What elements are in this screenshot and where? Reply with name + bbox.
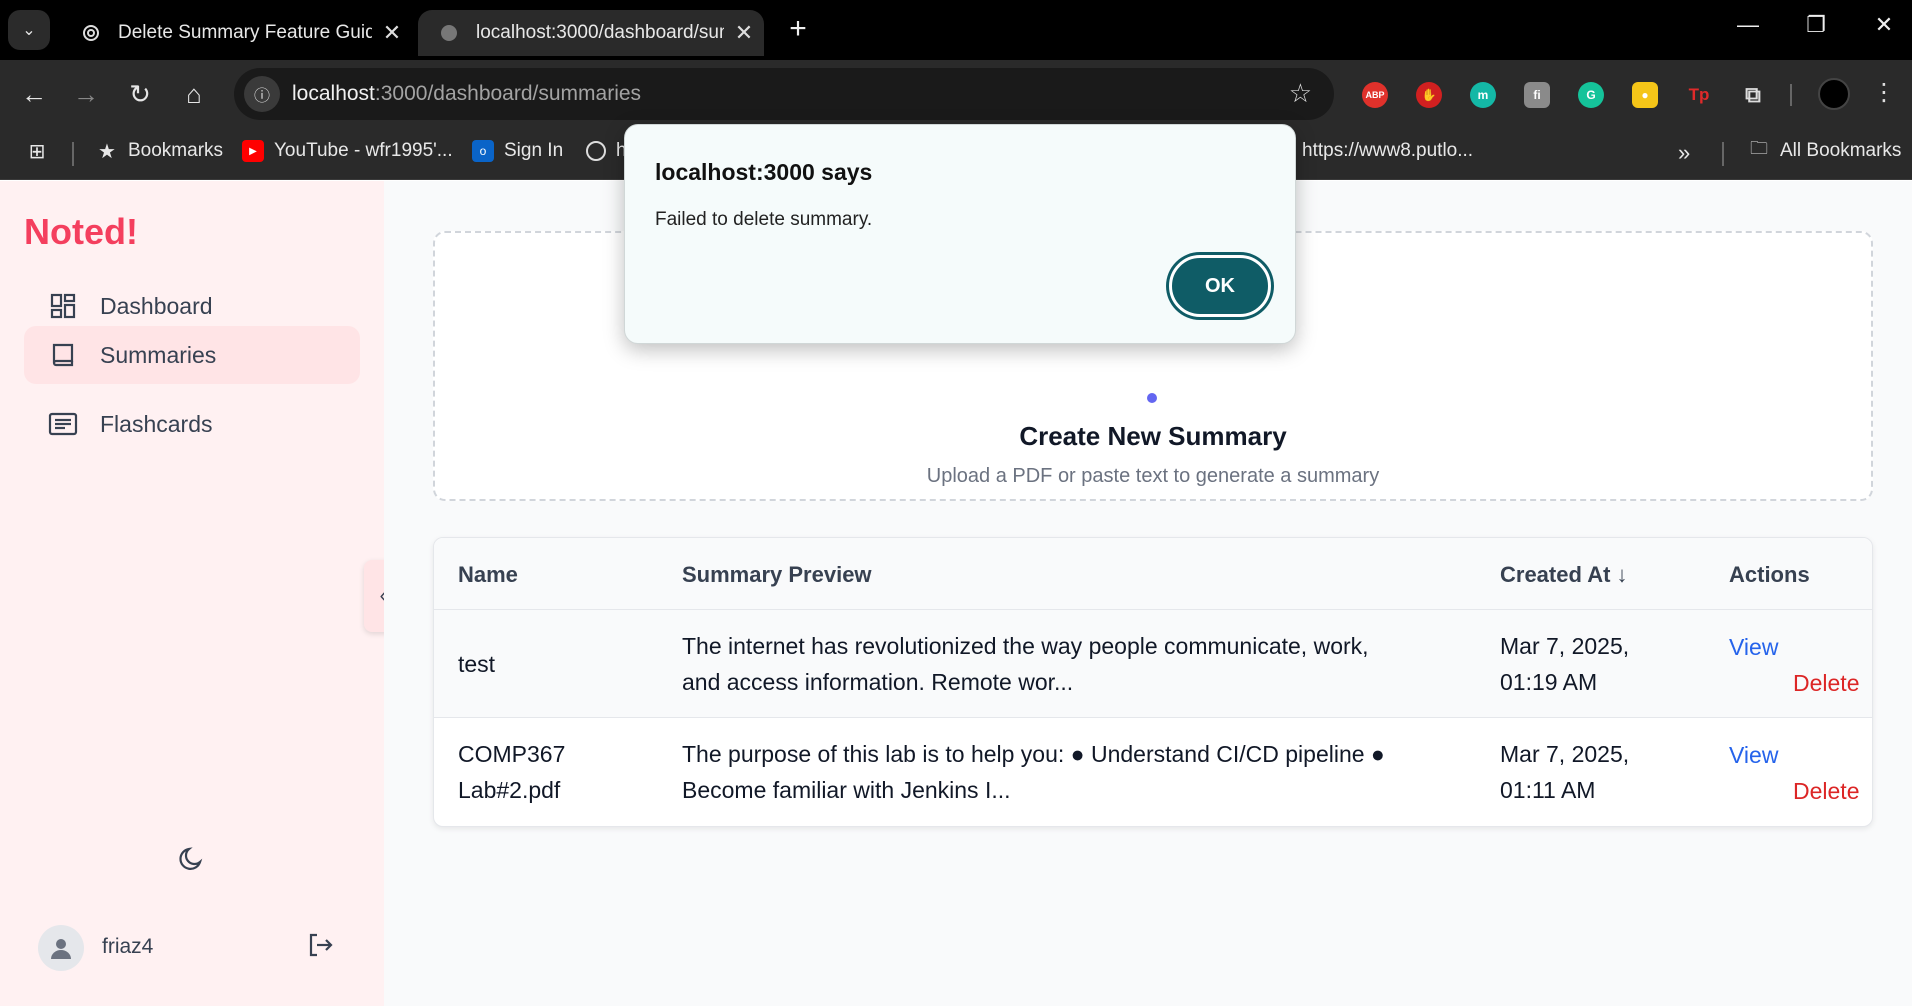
app-logo: Noted! — [24, 211, 138, 252]
home-icon[interactable]: ⌂ — [174, 76, 214, 112]
folder-icon: 🗀 — [1750, 138, 1768, 158]
close-window-icon[interactable]: ✕ — [1864, 12, 1904, 38]
tab-delete-summary-guide[interactable]: Delete Summary Feature Guide ✕ — [60, 10, 412, 56]
dialog-message: Failed to delete summary. — [655, 209, 873, 230]
summaries-table: Name Summary Preview Created At ↓ Action… — [433, 537, 1873, 827]
logout-icon[interactable] — [302, 927, 338, 963]
browser-toolbar: ← → ↻ ⌂ ⓘ localhost:3000/dashboard/summa… — [0, 60, 1912, 128]
table-header: Name Summary Preview Created At ↓ Action… — [434, 538, 1872, 610]
bookmark-label: YouTube - wfr1995'... — [274, 140, 453, 161]
tab-title: localhost:3000/dashboard/summ — [476, 22, 724, 43]
apps-icon[interactable]: ⊞ — [26, 140, 48, 163]
star-icon: ★ — [98, 140, 116, 163]
book-icon — [48, 340, 78, 370]
bookmark-label: Bookmarks — [128, 140, 224, 161]
browser-tab-bar: ⌄ Delete Summary Feature Guide ✕ localho… — [0, 0, 1912, 60]
summary-preview-line: Become familiar with Jenkins I... — [682, 777, 1011, 803]
bookmark-youtube[interactable]: ▶ YouTube - wfr1995'... — [242, 140, 453, 162]
table-row: COMP367 Lab#2.pdf The purpose of this la… — [434, 718, 1872, 826]
ok-button[interactable]: OK — [1169, 255, 1271, 317]
m-icon[interactable]: m — [1470, 82, 1496, 108]
view-link[interactable]: View — [1729, 742, 1778, 769]
summary-preview-line: The purpose of this lab is to help you: … — [682, 741, 1385, 767]
plus-icon — [1147, 393, 1157, 403]
created-time: 01:19 AM — [1500, 669, 1598, 695]
summary-name: COMP367 — [458, 741, 566, 767]
delete-link[interactable]: Delete — [1793, 778, 1859, 805]
openai-icon — [586, 141, 606, 161]
back-icon[interactable]: ← — [14, 76, 54, 112]
create-summary-subtitle: Upload a PDF or paste text to generate a… — [926, 465, 1380, 487]
openai-icon — [80, 22, 102, 44]
font-icon[interactable]: fi — [1524, 82, 1550, 108]
column-header-created-at[interactable]: Created At ↓ — [1500, 562, 1628, 588]
flashcards-icon — [48, 409, 78, 439]
tab-title: Delete Summary Feature Guide — [118, 22, 372, 43]
table-row: test The internet has revolutionized the… — [434, 610, 1872, 718]
restore-icon[interactable]: ❐ — [1796, 12, 1836, 38]
created-time: 01:11 AM — [1500, 777, 1596, 803]
youtube-icon: ▶ — [242, 140, 264, 162]
sidebar: Noted! Dashboard Summaries Flashcards fr… — [0, 181, 384, 1006]
bookmark-divider — [72, 142, 74, 166]
sidebar-item-flashcards[interactable]: Flashcards — [24, 395, 360, 453]
url-text: localhost:3000/dashboard/summaries — [292, 82, 642, 105]
bookmark-star-icon[interactable]: ☆ — [1289, 78, 1312, 109]
profile-avatar[interactable] — [1818, 78, 1850, 110]
sidebar-item-summaries[interactable]: Summaries — [24, 326, 360, 384]
tp-icon[interactable]: Tp — [1686, 82, 1712, 108]
toolbar-divider — [1790, 84, 1792, 106]
user-avatar — [38, 925, 84, 971]
bookmark-label: All Bookmarks — [1780, 140, 1902, 161]
column-header-actions: Actions — [1729, 562, 1810, 587]
username: friaz4 — [102, 935, 154, 958]
puzzle-icon[interactable]: ⧉ — [1740, 82, 1766, 108]
all-bookmarks[interactable]: 🗀 All Bookmarks — [1748, 138, 1902, 162]
summary-preview-line: The internet has revolutionized the way … — [682, 633, 1369, 659]
forward-icon[interactable]: → — [66, 76, 106, 112]
tab-localhost[interactable]: localhost:3000/dashboard/summ ✕ — [418, 10, 764, 56]
hand-icon[interactable]: ✋ — [1416, 82, 1442, 108]
summary-name: test — [458, 651, 496, 677]
abp-icon[interactable]: ABP — [1362, 82, 1388, 108]
address-bar[interactable]: ⓘ localhost:3000/dashboard/summaries ☆ — [234, 68, 1334, 120]
bookmark-divider — [1722, 142, 1724, 166]
new-tab-button[interactable]: + — [780, 12, 816, 46]
reload-icon[interactable]: ↻ — [120, 76, 160, 112]
more-menu-icon[interactable]: ⋮ — [1872, 78, 1896, 107]
dialog-title: localhost:3000 says — [655, 159, 873, 185]
bookmark-putlocker[interactable]: https://www8.putlo... — [1302, 140, 1473, 162]
site-info-icon[interactable]: ⓘ — [244, 76, 280, 112]
bookmark-folder[interactable]: ★ Bookmarks — [96, 140, 224, 163]
minimize-icon[interactable]: — — [1728, 12, 1768, 38]
chevron-down-icon: ⌄ — [22, 22, 36, 39]
bulb-icon[interactable]: ● — [1632, 82, 1658, 108]
bookmark-openai[interactable]: h — [586, 140, 627, 162]
alert-dialog: localhost:3000 says Failed to delete sum… — [624, 124, 1296, 344]
column-header-name: Name — [458, 562, 518, 587]
summary-preview-line: and access information. Remote wor... — [682, 669, 1074, 695]
sidebar-item-label: Summaries — [100, 341, 217, 368]
sidebar-item-label: Dashboard — [100, 292, 213, 319]
summary-name: Lab#2.pdf — [458, 777, 561, 803]
bookmark-label: Sign In — [504, 140, 564, 161]
sidebar-item-label: Flashcards — [100, 410, 213, 437]
more-bookmarks-icon[interactable]: » — [1678, 140, 1690, 166]
tab-search-button[interactable]: ⌄ — [8, 10, 50, 50]
created-date: Mar 7, 2025, — [1500, 633, 1630, 659]
close-tab-icon[interactable]: ✕ — [372, 20, 412, 46]
outlook-icon: o — [472, 140, 494, 162]
close-tab-icon[interactable]: ✕ — [724, 20, 764, 46]
delete-link[interactable]: Delete — [1793, 670, 1859, 697]
column-header-preview: Summary Preview — [682, 562, 872, 587]
globe-icon — [438, 22, 460, 44]
created-date: Mar 7, 2025, — [1500, 741, 1630, 767]
grammarly-icon[interactable]: G — [1578, 82, 1604, 108]
bookmark-signin[interactable]: o Sign In — [472, 140, 563, 162]
dark-mode-toggle-moon-icon[interactable] — [174, 841, 210, 877]
create-summary-title: Create New Summary — [1019, 421, 1287, 451]
bookmark-label: https://www8.putlo... — [1302, 140, 1474, 161]
dashboard-icon — [48, 291, 78, 321]
view-link[interactable]: View — [1729, 634, 1778, 661]
